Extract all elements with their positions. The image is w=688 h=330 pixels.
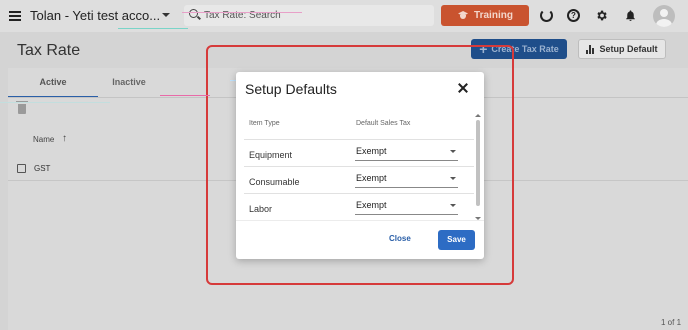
chevron-down-icon [450, 204, 456, 207]
sales-tax-select[interactable]: Exempt [355, 200, 458, 215]
sales-tax-select[interactable]: Exempt [355, 146, 458, 161]
scroll-thumb[interactable] [476, 120, 480, 206]
training-label: Training [474, 10, 513, 21]
setup-default-button[interactable]: Setup Default [578, 39, 666, 59]
sales-tax-value: Exempt [356, 200, 387, 210]
trash-icon[interactable] [16, 101, 28, 114]
top-bar: Tolan - Yeti test acco... Training ? [0, 0, 688, 32]
setup-default-label: Setup Default [599, 44, 658, 54]
training-button[interactable]: Training [441, 5, 529, 26]
row-checkbox[interactable] [17, 164, 26, 173]
hamburger-icon[interactable] [9, 11, 21, 21]
dialog-scrollbar[interactable] [474, 114, 481, 220]
pagination-label: 1 of 1 [661, 318, 682, 327]
item-type-label: Equipment [249, 150, 293, 160]
chevron-down-icon [450, 150, 456, 153]
search-box[interactable] [184, 5, 434, 26]
bell-icon[interactable] [624, 9, 637, 22]
item-type-label: Labor [249, 204, 273, 214]
dialog-row: Labor Exempt [244, 193, 474, 219]
graduation-cap-icon [457, 11, 469, 20]
annotation-line [182, 12, 302, 13]
account-name[interactable]: Tolan - Yeti test acco... [30, 8, 160, 23]
gear-icon[interactable] [595, 9, 608, 22]
dialog-column-item-type: Item Type [249, 120, 280, 127]
setup-defaults-dialog: Setup Defaults Item Type Default Sales T… [236, 72, 484, 259]
close-icon[interactable] [455, 80, 471, 96]
table-row-name: GST [34, 164, 51, 173]
item-type-label: Consumable [249, 177, 300, 187]
dialog-close-button[interactable]: Close [389, 234, 411, 243]
search-icon [189, 9, 198, 18]
help-icon[interactable]: ? [567, 9, 580, 22]
dialog-title: Setup Defaults [245, 81, 337, 97]
search-input[interactable] [204, 7, 424, 24]
bar-chart-icon [586, 44, 595, 54]
page-title: Tax Rate [17, 42, 81, 59]
chevron-down-icon [450, 177, 456, 180]
dialog-row: Consumable Exempt [244, 166, 474, 192]
sales-tax-value: Exempt [356, 146, 387, 156]
sort-arrow-icon[interactable]: ↑ [62, 133, 67, 144]
dialog-footer-divider [236, 220, 484, 221]
dialog-save-button[interactable]: Save [438, 230, 475, 250]
dialog-column-default-sales-tax: Default Sales Tax [356, 120, 411, 127]
sales-tax-select[interactable]: Exempt [355, 173, 458, 188]
avatar[interactable] [653, 5, 675, 27]
annotation-line [118, 28, 188, 29]
chevron-down-icon[interactable] [162, 13, 170, 17]
sales-tax-value: Exempt [356, 173, 387, 183]
annotation-line [0, 102, 110, 103]
scroll-up-icon[interactable] [475, 114, 481, 117]
refresh-icon[interactable] [540, 9, 553, 22]
column-header-name[interactable]: Name [33, 135, 54, 144]
dialog-row: Equipment Exempt [244, 139, 474, 165]
annotation-line [160, 95, 210, 96]
